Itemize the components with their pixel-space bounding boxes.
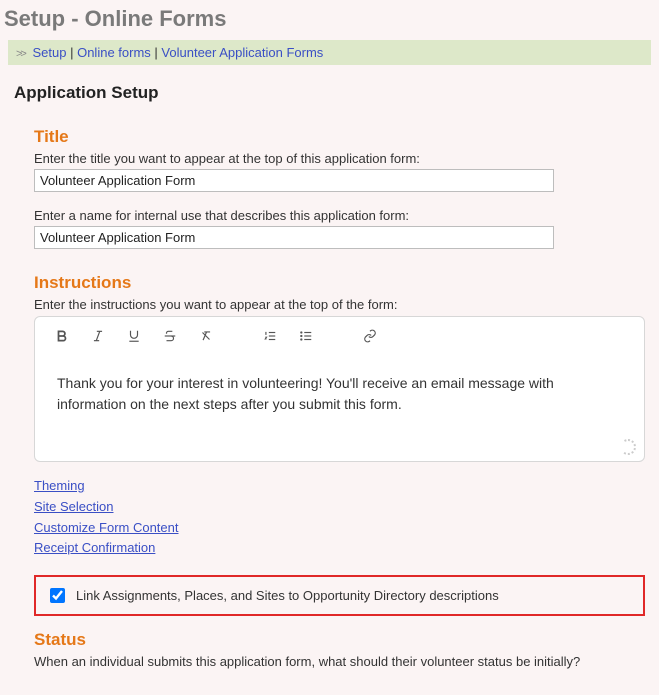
- site-selection-link[interactable]: Site Selection: [34, 497, 645, 518]
- breadcrumb-link-online-forms[interactable]: Online forms: [77, 45, 151, 60]
- strikethrough-icon[interactable]: [161, 327, 179, 345]
- clear-format-icon[interactable]: [197, 327, 215, 345]
- instructions-label: Enter the instructions you want to appea…: [34, 297, 645, 312]
- receipt-confirmation-link[interactable]: Receipt Confirmation: [34, 538, 645, 559]
- breadcrumb-chevron-icon: >>: [16, 48, 25, 60]
- link-opportunity-checkbox[interactable]: [50, 588, 65, 603]
- underline-icon[interactable]: [125, 327, 143, 345]
- unordered-list-icon[interactable]: [297, 327, 315, 345]
- internal-name-label: Enter a name for internal use that descr…: [34, 208, 645, 223]
- instructions-heading: Instructions: [34, 273, 645, 293]
- setup-links: Theming Site Selection Customize Form Co…: [34, 476, 645, 559]
- breadcrumb: >> Setup | Online forms | Volunteer Appl…: [8, 40, 651, 65]
- main-heading: Application Setup: [14, 83, 645, 103]
- display-title-input[interactable]: [34, 169, 554, 192]
- italic-icon[interactable]: [89, 327, 107, 345]
- ordered-list-icon[interactable]: [261, 327, 279, 345]
- status-heading: Status: [34, 630, 645, 650]
- status-question: When an individual submits this applicat…: [34, 654, 645, 669]
- resize-handle-icon[interactable]: [620, 439, 636, 455]
- editor-body[interactable]: Thank you for your interest in volunteer…: [35, 351, 644, 461]
- display-title-label: Enter the title you want to appear at th…: [34, 151, 645, 166]
- customize-content-link[interactable]: Customize Form Content: [34, 518, 645, 539]
- link-icon[interactable]: [361, 327, 379, 345]
- bold-icon[interactable]: [53, 327, 71, 345]
- rich-text-editor: Thank you for your interest in volunteer…: [34, 316, 645, 462]
- link-opportunity-row: Link Assignments, Places, and Sites to O…: [34, 575, 645, 616]
- breadcrumb-link-volunteer-application-forms[interactable]: Volunteer Application Forms: [161, 45, 323, 60]
- theming-link[interactable]: Theming: [34, 476, 645, 497]
- title-section-heading: Title: [34, 127, 645, 147]
- editor-toolbar: [35, 317, 644, 351]
- internal-name-input[interactable]: [34, 226, 554, 249]
- page-title: Setup - Online Forms: [0, 0, 659, 40]
- link-opportunity-label: Link Assignments, Places, and Sites to O…: [76, 588, 499, 603]
- breadcrumb-link-setup[interactable]: Setup: [32, 45, 66, 60]
